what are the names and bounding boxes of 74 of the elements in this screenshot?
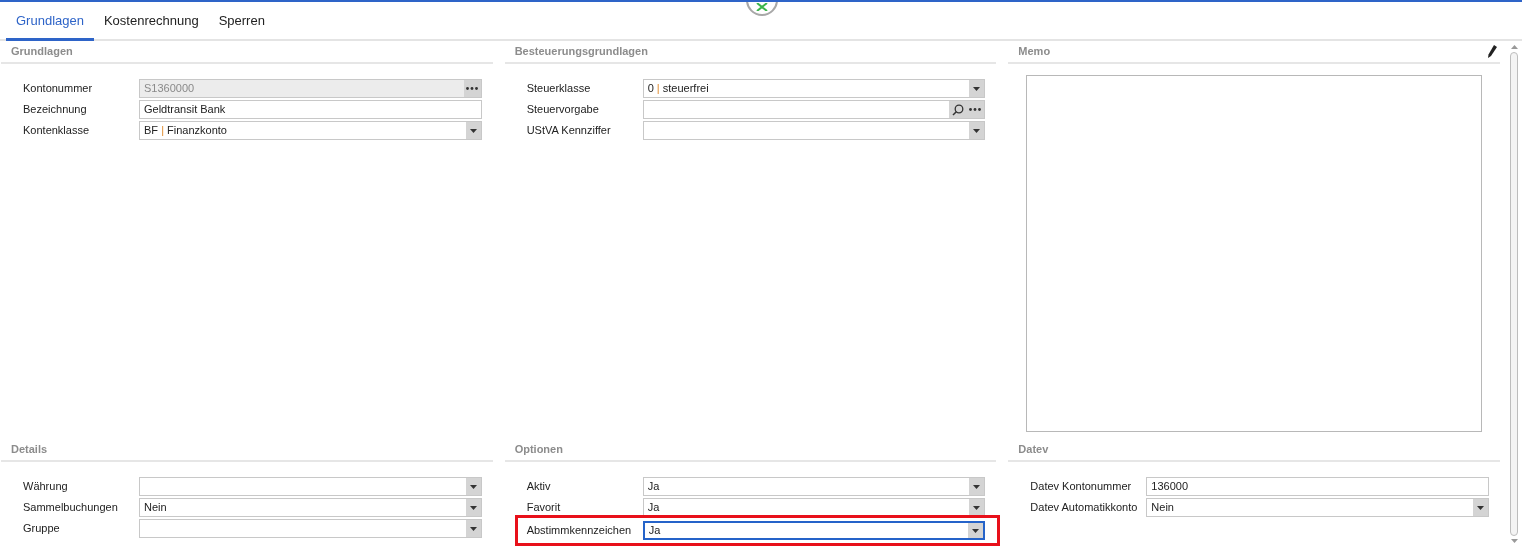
dropdown-button[interactable] — [465, 478, 481, 495]
dropdown-button[interactable] — [969, 478, 985, 495]
more-button[interactable] — [969, 108, 982, 111]
field-label: Favorit — [526, 500, 562, 516]
caret-icon — [469, 128, 477, 133]
tab[interactable]: Grundlagen — [6, 4, 94, 41]
caret-icon — [973, 128, 981, 133]
section-title: Datev — [1017, 442, 1049, 458]
caret-icon — [1477, 505, 1484, 510]
dropdown-button[interactable] — [969, 80, 985, 97]
field-label: Steuervorgabe — [526, 102, 600, 118]
section-title: Optionen — [513, 442, 563, 458]
text-field[interactable]: Geldtransit Bank — [139, 100, 482, 119]
dropdown-field[interactable]: Nein — [139, 498, 482, 517]
field-label: Datev Automatikkonto — [1030, 500, 1139, 516]
dropdown-field[interactable]: BF | Finanzkonto — [139, 121, 482, 140]
field-value: Ja — [647, 501, 660, 514]
field-value: Nein — [144, 501, 167, 514]
dropdown-field[interactable]: Ja — [642, 521, 986, 540]
scroll-up-icon[interactable] — [1510, 45, 1518, 49]
text-field[interactable]: 136000 — [1146, 477, 1489, 496]
field-value: Geldtransit Bank — [144, 102, 226, 118]
caret-icon — [469, 505, 477, 510]
field-label: UStVA Kennziffer — [526, 123, 612, 139]
caret-icon — [469, 526, 477, 531]
search-icon[interactable] — [952, 103, 965, 116]
dropdown-field[interactable]: Ja — [642, 477, 986, 496]
dropdown-button[interactable] — [465, 122, 481, 139]
field-label: Aktiv — [526, 479, 552, 495]
dropdown-button[interactable] — [465, 520, 481, 537]
memo-field[interactable] — [1026, 75, 1482, 432]
dropdown-field[interactable]: 0 | steuerfrei — [642, 79, 986, 98]
section-title: Besteuerungsgrundlagen — [513, 44, 648, 60]
dropdown-field[interactable] — [139, 477, 482, 496]
field-label: Datev Kontonummer — [1030, 479, 1133, 495]
lookup-field[interactable] — [642, 100, 986, 119]
field-value: 0 | steuerfrei — [647, 82, 709, 95]
scroll-thumb[interactable] — [1510, 52, 1518, 536]
field-value: Ja — [648, 524, 661, 537]
caret-icon — [973, 505, 981, 510]
dropdown-button[interactable] — [1473, 499, 1488, 516]
dropdown-field[interactable]: Nein — [1146, 498, 1489, 517]
field-value: BF | Finanzkonto — [144, 124, 227, 137]
field-label: Gruppe — [23, 521, 61, 537]
section-title: Memo — [1017, 44, 1051, 60]
scroll-down-icon[interactable] — [1510, 539, 1518, 543]
more-icon — [466, 87, 479, 90]
field-label: Sammelbuchungen — [23, 500, 119, 516]
field-value: S1360000 — [144, 82, 195, 95]
section-title: Details — [10, 442, 48, 458]
dropdown-button[interactable] — [968, 523, 984, 538]
field-value: Nein — [1151, 501, 1174, 514]
field-label: Abstimmkennzeichen — [526, 523, 633, 539]
more-icon — [969, 108, 982, 111]
field-label: Bezeichnung — [23, 102, 88, 118]
dropdown-button[interactable] — [969, 122, 985, 139]
field-label: Währung — [23, 479, 69, 495]
tab[interactable]: Sperren — [208, 4, 275, 41]
close-icon — [756, 3, 768, 11]
tab[interactable]: Kostenrechnung — [93, 4, 209, 41]
caret-icon — [973, 484, 981, 489]
field-label: Kontonummer — [23, 81, 94, 97]
dropdown-button[interactable] — [465, 499, 481, 516]
dropdown-field[interactable] — [642, 121, 986, 140]
caret-icon — [972, 528, 980, 533]
field-value: 136000 — [1151, 479, 1189, 495]
caret-icon — [973, 86, 981, 91]
field-label: Kontenklasse — [23, 123, 91, 139]
section-title: Grundlagen — [10, 44, 73, 60]
field-label: Steuerklasse — [526, 81, 592, 97]
caret-icon — [469, 484, 477, 489]
dropdown-field[interactable] — [139, 519, 482, 538]
field-value: Ja — [647, 480, 660, 493]
pencil-icon[interactable] — [1488, 45, 1497, 58]
